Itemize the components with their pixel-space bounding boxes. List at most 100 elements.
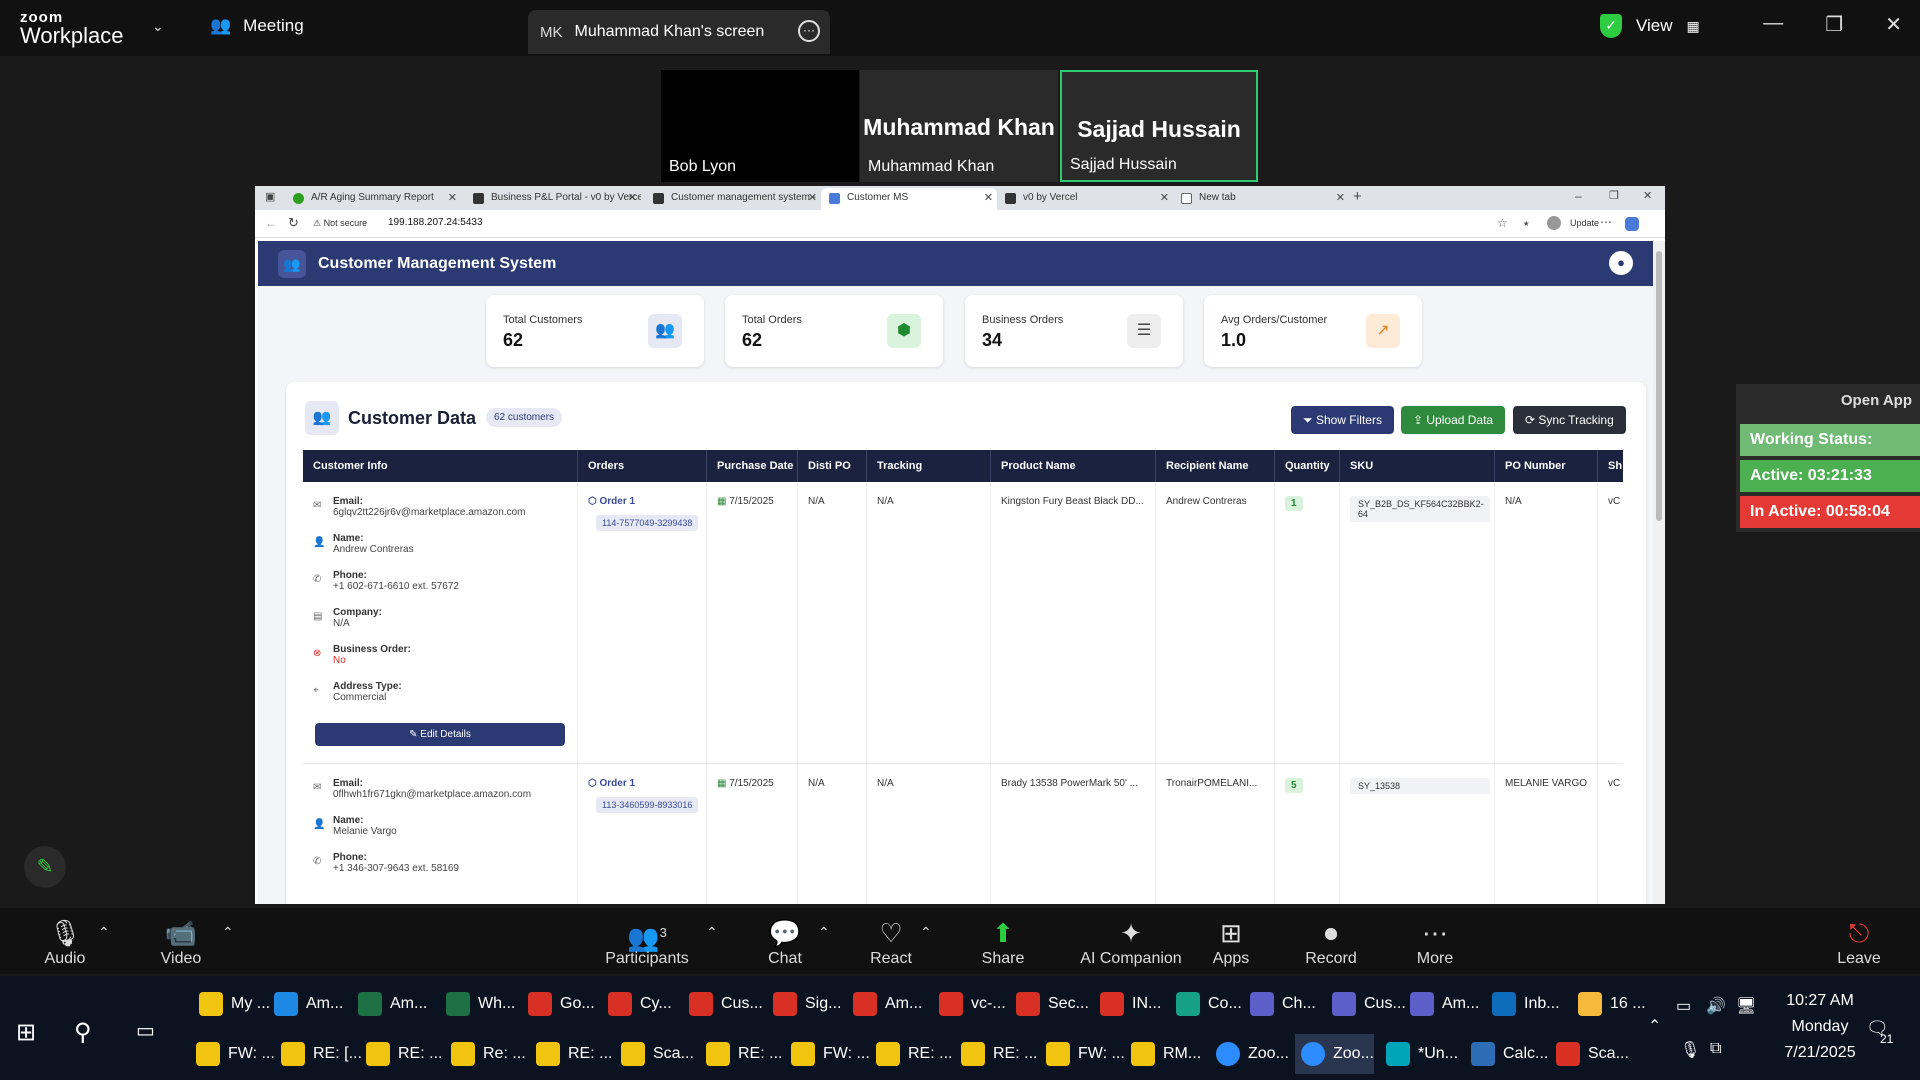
column-header[interactable]: Purchase Date [707, 450, 798, 482]
browser-restore-icon[interactable]: ❐ [1609, 189, 1619, 202]
leave-button[interactable]: ⎋ Leave [1804, 916, 1914, 968]
column-header[interactable]: Product Name [991, 450, 1156, 482]
participant-tile-speaking[interactable]: Sajjad Hussain Sajjad Hussain [1060, 70, 1258, 182]
taskbar-app-button[interactable]: Inb... [1486, 984, 1560, 1024]
browser-tab[interactable]: v0 by Vercel ✕ [997, 188, 1173, 210]
taskbar-app-button[interactable]: vc-... [933, 984, 1006, 1024]
taskbar-app-button[interactable]: Go... [522, 984, 595, 1024]
taskbar-app-button[interactable]: Am... [352, 984, 427, 1024]
screen-share-icon[interactable]: ⧉ [1710, 1040, 1721, 1058]
browser-minimize-icon[interactable]: – [1575, 189, 1582, 203]
taskbar-app-button[interactable]: IN... [1094, 984, 1161, 1024]
tab-menu-icon[interactable]: ▣ [265, 190, 275, 203]
upload-data-button[interactable]: ⇪ Upload Data [1401, 406, 1506, 434]
taskbar-app-button[interactable]: Am... [1404, 984, 1479, 1024]
bookmark-star-icon[interactable]: ☆ [1497, 216, 1508, 230]
open-app-button[interactable]: Open App [1841, 392, 1912, 409]
not-secure-indicator[interactable]: ⚠ Not secure [313, 218, 367, 229]
annotate-pencil-icon[interactable]: ✎ [24, 846, 66, 888]
browser-tab[interactable]: Customer management system - ✕ [645, 188, 821, 210]
back-icon[interactable]: ← [265, 216, 277, 230]
browser-tab[interactable]: Business P&L Portal - v0 by Vercel ✕ [465, 188, 641, 210]
taskbar-app-button[interactable]: FW: ... [1040, 1034, 1125, 1074]
taskbar-app-button[interactable]: *Un... [1380, 1034, 1458, 1074]
network-icon[interactable]: 🖥 [1736, 996, 1756, 1016]
column-header[interactable]: Customer Info [303, 450, 578, 482]
update-button[interactable]: Update [1570, 218, 1599, 228]
restore-icon[interactable]: ❐ [1825, 12, 1843, 37]
column-header[interactable]: Tracking [867, 450, 991, 482]
audio-options-chevron-icon[interactable]: ⌃ [98, 924, 110, 941]
search-icon[interactable]: ⚲ [74, 1018, 92, 1047]
participants-button[interactable]: 👥3 Participants [592, 916, 702, 968]
battery-icon[interactable]: ▭ [1676, 996, 1691, 1016]
close-icon[interactable]: ✕ [1885, 12, 1902, 37]
react-options-chevron-icon[interactable]: ⌃ [920, 924, 932, 941]
zoom-logo[interactable]: zoom Workplace [20, 10, 124, 47]
taskbar-app-button[interactable]: Ch... [1244, 984, 1316, 1024]
taskbar-app-button[interactable]: Wh... [440, 984, 515, 1024]
taskbar-app-button[interactable]: 16 ... [1572, 984, 1646, 1024]
page-scrollbar[interactable] [1653, 241, 1665, 904]
taskbar-app-button[interactable]: Calc... [1465, 1034, 1548, 1074]
chevron-down-icon[interactable]: ⌄ [152, 18, 164, 35]
microphone-in-use-icon[interactable]: 🎙 [1680, 1040, 1700, 1060]
taskbar-app-button[interactable]: Sec... [1010, 984, 1089, 1024]
participants-options-chevron-icon[interactable]: ⌃ [706, 924, 718, 941]
task-view-icon[interactable]: ▭ [136, 1018, 155, 1043]
edit-details-button[interactable]: ✎ Edit Details [315, 723, 565, 746]
taskbar-app-button[interactable]: Cus... [683, 984, 763, 1024]
tab-close-icon[interactable]: ✕ [1160, 188, 1169, 208]
taskbar-app-button[interactable]: Cus... [1326, 984, 1406, 1024]
column-header[interactable]: Recipient Name [1156, 450, 1275, 482]
meeting-tab[interactable]: 👥 Meeting [210, 16, 304, 36]
participant-tile[interactable]: Muhammad Khan Muhammad Khan [860, 70, 1058, 182]
column-header[interactable]: Quantity [1275, 450, 1340, 482]
tab-close-icon[interactable]: ✕ [448, 188, 457, 208]
browser-tab[interactable]: New tab ✕ [1173, 188, 1349, 210]
taskbar-app-button[interactable]: Zoo... [1295, 1034, 1374, 1074]
participant-tile[interactable]: Bob Lyon [661, 70, 859, 182]
share-button[interactable]: ⬆ Share [948, 916, 1058, 968]
more-button[interactable]: ⋯ More [1380, 916, 1490, 968]
taskbar-app-button[interactable]: RE: ... [870, 1034, 952, 1074]
minimize-icon[interactable]: — [1763, 12, 1783, 37]
new-tab-icon[interactable]: + [1353, 188, 1362, 205]
column-header[interactable]: Sh [1598, 450, 1623, 482]
taskbar-app-button[interactable]: Cy... [602, 984, 672, 1024]
sync-tracking-button[interactable]: ⟳ Sync Tracking [1513, 406, 1626, 434]
reload-icon[interactable]: ↻ [288, 215, 299, 231]
user-profile-icon[interactable]: ● [1609, 251, 1633, 275]
browser-tab[interactable]: A/R Aging Summary Report ✕ [285, 188, 461, 210]
taskbar-app-button[interactable]: Sca... [615, 1034, 694, 1074]
taskbar-app-button[interactable]: RE: ... [530, 1034, 612, 1074]
taskbar-app-button[interactable]: Re: ... [445, 1034, 526, 1074]
taskbar-app-button[interactable]: RE: ... [360, 1034, 442, 1074]
taskbar-app-button[interactable]: Sig... [767, 984, 841, 1024]
view-menu[interactable]: ✓ View ▦ [1600, 14, 1700, 38]
profile-avatar[interactable] [1547, 216, 1561, 230]
tab-close-icon[interactable]: ✕ [808, 188, 817, 208]
apps-button[interactable]: ⊞ Apps [1176, 916, 1286, 968]
taskbar-app-button[interactable]: Am... [268, 984, 343, 1024]
volume-icon[interactable]: 🔊 [1706, 996, 1726, 1016]
taskbar-app-button[interactable]: RE: ... [700, 1034, 782, 1074]
video-button[interactable]: 📹 Video [126, 916, 236, 968]
order-link[interactable]: ⬡ Order 1 [588, 778, 706, 789]
taskbar-app-button[interactable]: FW: ... [785, 1034, 870, 1074]
show-filters-button[interactable]: ⏷ Show Filters [1291, 406, 1394, 434]
taskbar-app-button[interactable]: RM... [1125, 1034, 1201, 1074]
taskbar-app-button[interactable]: My ... [193, 984, 270, 1024]
column-header[interactable]: Orders [578, 450, 707, 482]
video-options-chevron-icon[interactable]: ⌃ [222, 924, 234, 941]
taskbar-app-button[interactable]: RE: ... [955, 1034, 1037, 1074]
browser-tab-active[interactable]: Customer MS ✕ [821, 188, 997, 210]
system-clock[interactable]: 10:27 AM Monday 7/21/2025 [1760, 988, 1880, 1066]
favorites-icon[interactable]: ⭑ [1523, 216, 1529, 231]
chat-options-chevron-icon[interactable]: ⌃ [818, 924, 830, 941]
record-button[interactable]: ⏺ Record [1276, 916, 1386, 968]
scrollbar-thumb[interactable] [1656, 251, 1662, 521]
tab-close-icon[interactable]: ✕ [1336, 188, 1345, 208]
column-header[interactable]: PO Number [1495, 450, 1598, 482]
tab-close-icon[interactable]: ✕ [984, 188, 993, 208]
